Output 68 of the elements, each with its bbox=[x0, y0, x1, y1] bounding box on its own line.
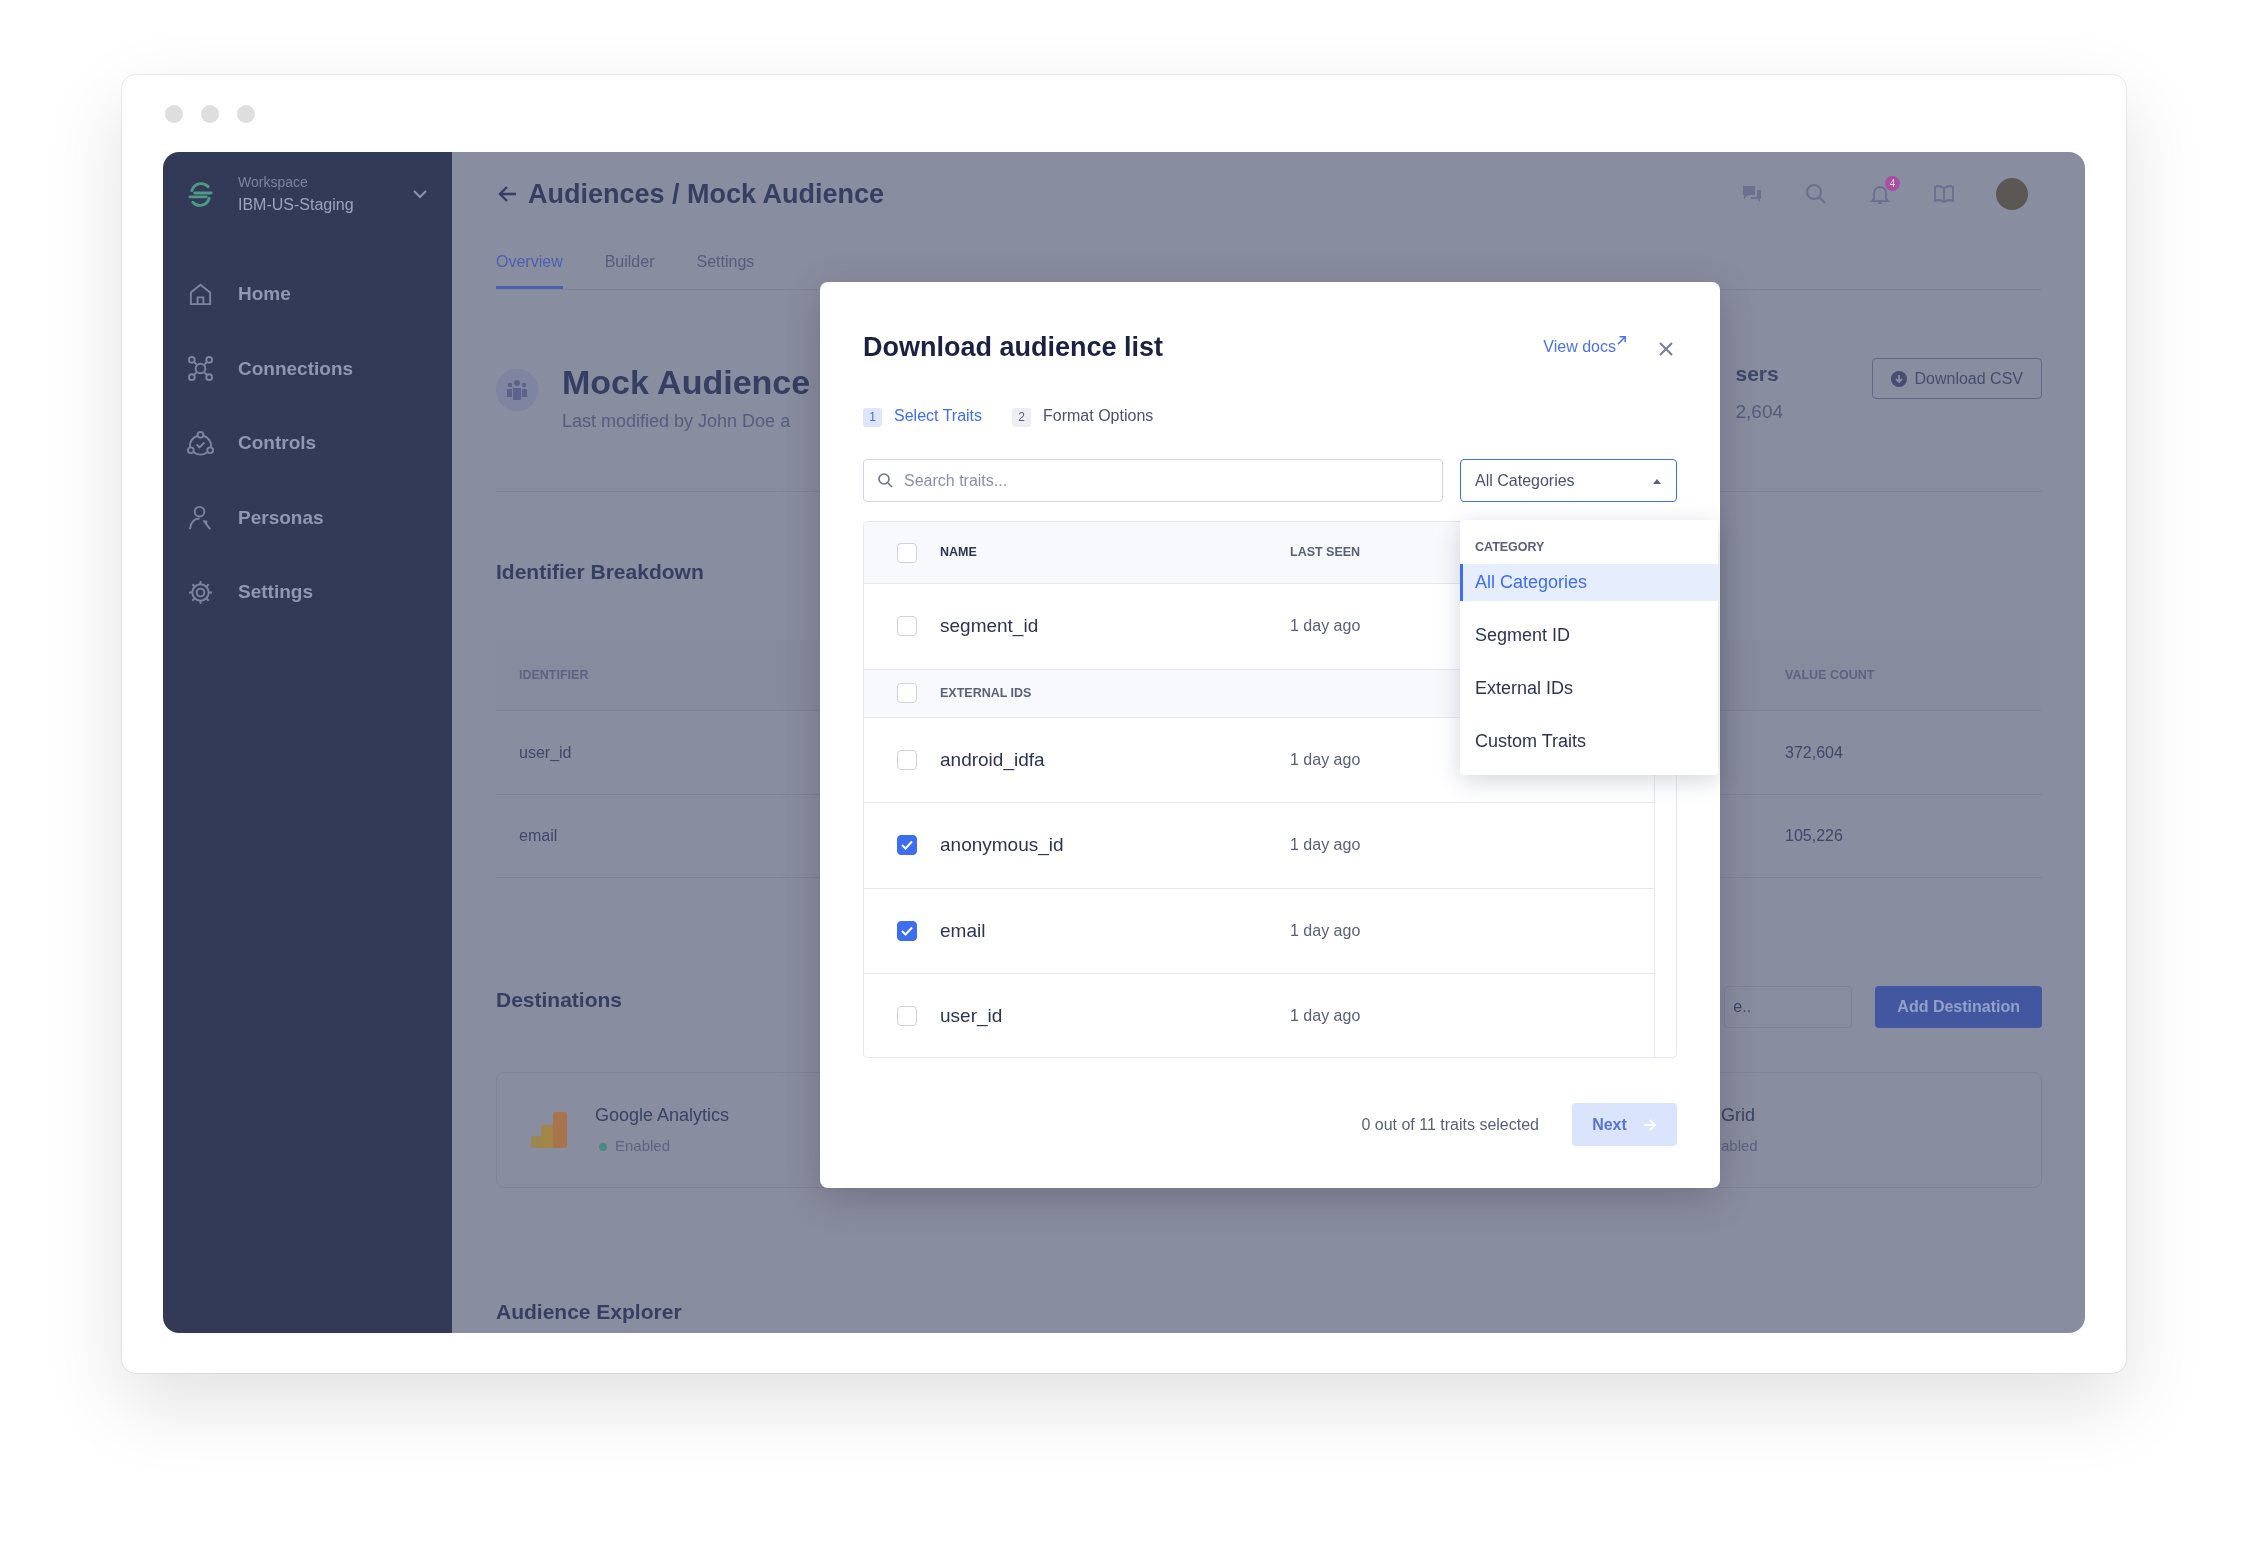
table-cell: 105,226 bbox=[1785, 827, 1843, 844]
table-cell: email bbox=[519, 827, 558, 844]
checkbox[interactable] bbox=[897, 920, 917, 941]
audience-title: Mock Audience bbox=[562, 362, 811, 403]
avatar[interactable] bbox=[1996, 178, 2028, 210]
add-destination-button[interactable]: Add Destination bbox=[1875, 986, 2042, 1028]
destination-name: Google Analytics bbox=[595, 1104, 730, 1128]
last-seen-text: 1 day ago bbox=[1290, 835, 1361, 856]
group-label: EXTERNAL IDS bbox=[940, 684, 1032, 702]
sidebar-item[interactable]: Settings bbox=[163, 555, 452, 630]
trait-name: email bbox=[940, 918, 987, 943]
gear-icon bbox=[187, 578, 214, 606]
view-docs-link[interactable]: View docs bbox=[1543, 335, 1627, 359]
download-csv-button[interactable]: Download CSV bbox=[1871, 358, 2042, 399]
arrow-right-icon bbox=[1642, 1117, 1657, 1132]
download-icon bbox=[1890, 370, 1907, 387]
search-icon bbox=[877, 472, 893, 488]
checkbox[interactable] bbox=[897, 835, 917, 856]
sidebar-item[interactable]: Controls bbox=[163, 406, 452, 481]
workspace-name[interactable]: IBM-US-Staging bbox=[238, 192, 408, 217]
dropdown-option[interactable]: All Categories bbox=[1460, 564, 1718, 601]
book-icon[interactable] bbox=[1932, 182, 1956, 206]
checkmark-icon bbox=[901, 925, 913, 936]
trait-name: anonymous_id bbox=[940, 833, 1065, 858]
last-seen-text: 1 day ago bbox=[1290, 920, 1361, 941]
checkmark-icon bbox=[901, 840, 913, 851]
section-title: Identifier Breakdown bbox=[496, 559, 704, 585]
dropdown-option[interactable]: External IDs bbox=[1460, 670, 1718, 707]
last-seen-text: 1 day ago bbox=[1290, 616, 1361, 637]
stat-label: sers bbox=[1735, 361, 1780, 387]
modal-title: Download audience list bbox=[863, 331, 1165, 364]
destination-name: Grid bbox=[1721, 1104, 1756, 1128]
trait-name: user_id bbox=[940, 1004, 1004, 1029]
column-header: LAST SEEN bbox=[1290, 544, 1361, 562]
last-seen-text: 1 day ago bbox=[1290, 749, 1361, 770]
step-number: 1 bbox=[863, 408, 882, 427]
last-seen-text: 1 day ago bbox=[1290, 1006, 1361, 1027]
table-cell: 372,604 bbox=[1785, 743, 1843, 761]
window-control-dot[interactable] bbox=[201, 104, 219, 123]
dropdown-option[interactable]: Segment ID bbox=[1460, 617, 1718, 654]
dropdown-option[interactable]: Custom Traits bbox=[1460, 723, 1718, 760]
dropdown-heading: CATEGORY bbox=[1474, 539, 1546, 556]
search-icon[interactable] bbox=[1804, 182, 1828, 206]
column-header: NAME bbox=[940, 544, 978, 562]
page-title: Audiences / Mock Audience bbox=[528, 177, 885, 211]
logo-icon[interactable] bbox=[187, 180, 214, 208]
section-title: Audience Explorer bbox=[496, 1299, 682, 1325]
step-number: 2 bbox=[1012, 408, 1032, 427]
search-field[interactable]: e.. bbox=[1724, 986, 1853, 1028]
notification-badge: 4 bbox=[1885, 176, 1900, 191]
trait-name: segment_id bbox=[940, 614, 1040, 639]
section-title: Destinations bbox=[496, 987, 623, 1013]
person-icon bbox=[187, 504, 214, 532]
table-cell: user_id bbox=[519, 743, 572, 761]
sidebar-item[interactable]: Personas bbox=[163, 480, 452, 555]
network-icon bbox=[187, 355, 214, 383]
selection-count: 0 out of 11 traits selected bbox=[1361, 1114, 1539, 1135]
sidebar-item[interactable]: Connections bbox=[163, 331, 452, 406]
caret-up-icon bbox=[1652, 477, 1662, 484]
window-control-dot[interactable] bbox=[165, 104, 183, 123]
workspace-label: Workspace bbox=[238, 172, 309, 192]
category-select[interactable]: All Categories bbox=[1460, 459, 1677, 502]
trait-name: android_idfa bbox=[940, 747, 1046, 773]
sidebar-item[interactable]: Home bbox=[163, 257, 452, 332]
step-tab[interactable]: 2 Format Options bbox=[1012, 404, 1154, 428]
window-control-dot[interactable] bbox=[237, 104, 255, 123]
step-tab[interactable]: 1 Select Traits bbox=[863, 404, 983, 428]
external-arrow-icon bbox=[1616, 335, 1627, 346]
